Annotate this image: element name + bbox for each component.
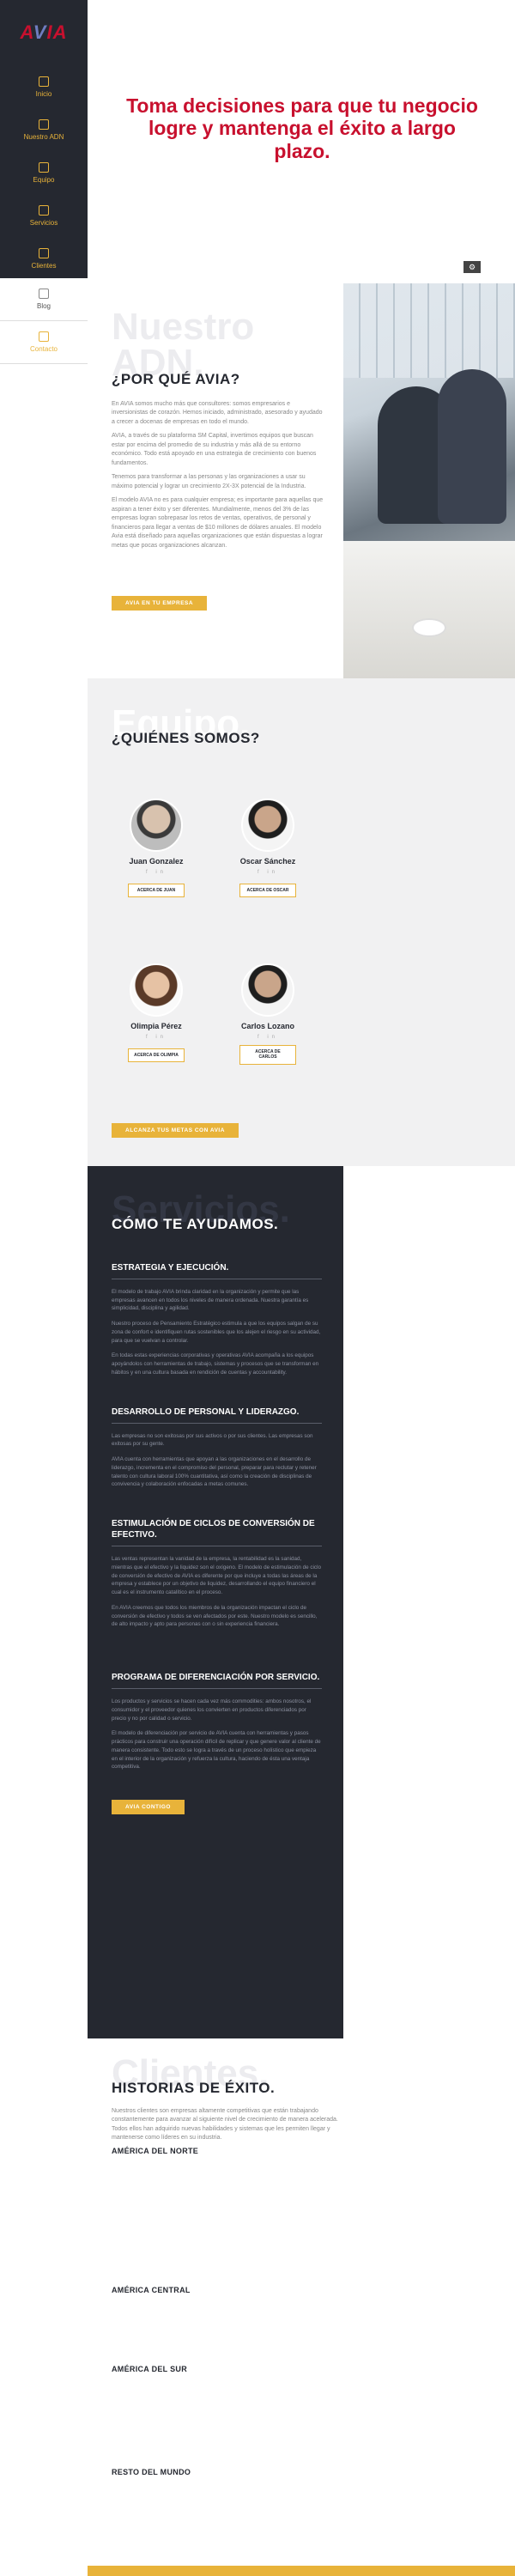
alcanza-tus-metas-button[interactable]: ALCANZA TUS METAS CON AVIA (112, 1123, 239, 1138)
member-name: Juan Gonzalez (129, 857, 184, 866)
servicios-title: CÓMO TE AYUDAMOS. (112, 1215, 279, 1232)
service-paragraph: El modelo de diferenciación por servicio… (112, 1730, 321, 1771)
nav-label: Contacto (29, 345, 58, 353)
member-about-button[interactable]: ACERCA DE OSCAR (239, 883, 296, 898)
clientes-title: HISTORIAS DE ÉXITO. (112, 2079, 276, 2096)
clientes-paragraph: Nuestros clientes son empresas altamente… (112, 2107, 338, 2142)
sidebar-nav: AVIA Inicio Nuestro ADN Equipo Servicios… (0, 0, 88, 369)
servicios-content: Servicios. CÓMO TE AYUDAMOS. ESTRATEGIA … (112, 1191, 322, 1815)
nav-item-adn[interactable]: Nuestro ADN (0, 108, 88, 151)
avia-contigo-button[interactable]: AVIA CONTIGO (112, 1800, 185, 1815)
service-paragraph: En AVIA creemos que todos los miembros d… (112, 1604, 318, 1628)
adn-paragraph: Tenemos para transformar a las personas … (112, 474, 306, 489)
region-heading: AMÉRICA DEL NORTE (112, 2147, 199, 2155)
clientes-header: Clientes. HISTORIAS DE ÉXITO. Nuestros c… (112, 2055, 352, 2148)
clientes-section: Clientes. HISTORIAS DE ÉXITO. Nuestros c… (88, 2038, 515, 2554)
clients-icon (39, 247, 49, 258)
member-about-button[interactable]: ACERCA DE JUAN (128, 883, 185, 898)
nav-label: Servicios (29, 218, 58, 227)
nav-label: Equipo (33, 175, 55, 184)
sidebar-dark-panel: AVIA Inicio Nuestro ADN Equipo Servicios… (0, 0, 88, 278)
adn-paragraph: El modelo AVIA no es para cualquier empr… (112, 497, 324, 549)
service-paragraph: Las empresas no son exitosas por sus act… (112, 1432, 313, 1448)
adn-paragraph: AVIA, a través de su plataforma SM Capit… (112, 433, 317, 466)
hero-section: Toma decisiones para que tu negocio logr… (88, 0, 515, 283)
nav-label: Blog (36, 302, 51, 310)
nav-item-equipo[interactable]: Equipo (0, 151, 88, 194)
team-member-card: Oscar Sánchez f in ACERCA DE OSCAR (229, 799, 306, 898)
member-name: Oscar Sánchez (239, 857, 296, 866)
nav-item-clientes[interactable]: Clientes (0, 237, 88, 280)
nav-item-blog[interactable]: Blog (0, 278, 88, 321)
equipo-cta: ALCANZA TUS METAS CON AVIA (112, 1121, 239, 1138)
service-paragraph: AVIA cuenta con herramientas que apoyan … (112, 1456, 317, 1488)
service-heading: PROGRAMA DE DIFERENCIACIÓN POR SERVICIO. (112, 1673, 320, 1683)
service-paragraph: Nuestro proceso de Pensamiento Estratégi… (112, 1321, 321, 1344)
service-heading: ESTRATEGIA Y EJECUCIÓN. (112, 1262, 229, 1273)
member-name: Carlos Lozano (240, 1022, 294, 1030)
avatar (130, 963, 183, 1017)
team-icon (39, 161, 49, 173)
logo-text: AVIA (20, 21, 68, 43)
divider (112, 1422, 322, 1424)
nav-label: Nuestro ADN (23, 132, 64, 141)
adn-title: ¿POR QUÉ AVIA? (112, 370, 240, 387)
team-member-card: Juan Gonzalez f in ACERCA DE JUAN (118, 799, 195, 898)
avatar (241, 799, 294, 852)
service-paragraph: Los productos y servicios se hacen cada … (112, 1698, 312, 1722)
region-heading: AMÉRICA DEL SUR (112, 2365, 188, 2373)
adn-text: Nuestro ADN. ¿POR QUÉ AVIA? En AVIA somo… (112, 308, 326, 611)
services-icon (39, 204, 49, 216)
region-heading: RESTO DEL MUNDO (112, 2468, 191, 2476)
equipo-title: ¿QUIÉNES SOMOS? (112, 729, 260, 746)
contact-icon (39, 331, 49, 342)
blog-icon (39, 289, 49, 299)
avia-en-tu-empresa-button[interactable]: AVIA EN TU EMPRESA (112, 596, 208, 611)
nav-item-contacto[interactable]: Contacto (0, 321, 88, 364)
servicios-section: Servicios. CÓMO TE AYUDAMOS. ESTRATEGIA … (88, 1166, 343, 2038)
service-heading: DESARROLLO DE PERSONAL Y LIDERAZGO. (112, 1406, 300, 1417)
region-heading: AMÉRICA CENTRAL (112, 2286, 191, 2294)
avatar (241, 963, 294, 1017)
social-icons[interactable]: f in (229, 870, 306, 875)
divider (112, 1688, 322, 1690)
member-about-button[interactable]: ACERCA DE CARLOS (239, 1044, 296, 1065)
service-paragraph: Las ventas representan la vanidad de la … (112, 1556, 321, 1596)
nav-item-inicio[interactable]: Inicio (0, 65, 88, 108)
equipo-section: Equipo. ¿QUIÉNES SOMOS? Juan Gonzalez f … (88, 678, 515, 1166)
nav-label: Inicio (35, 89, 52, 98)
nav-label: Clientes (31, 261, 57, 270)
service-paragraph: En todas estas experiencias corporativas… (112, 1352, 319, 1376)
hero-headline: Toma decisiones para que tu negocio logr… (126, 94, 478, 162)
member-name: Olimpia Pérez (130, 1022, 182, 1030)
equipo-header: Equipo. ¿QUIÉNES SOMOS? (112, 705, 260, 747)
adn-paragraph: En AVIA somos mucho más que consultores:… (112, 400, 323, 425)
dna-icon (39, 118, 49, 130)
settings-icon[interactable]: ⚙ (464, 261, 481, 273)
social-icons[interactable]: f in (118, 1035, 195, 1040)
social-icons[interactable]: f in (118, 870, 195, 875)
service-heading: ESTIMULACIÓN DE CICLOS DE CONVERSIÓN DE … (112, 1519, 315, 1540)
service-paragraph: El modelo de trabajo AVIA brinda clarida… (112, 1288, 309, 1312)
footer-accent-bar (88, 2566, 515, 2576)
team-member-card: Olimpia Pérez f in ACERCA DE OLIMPIA (118, 963, 195, 1063)
member-about-button[interactable]: ACERCA DE OLIMPIA (128, 1048, 185, 1063)
business-meeting-photo (343, 283, 515, 678)
logo[interactable]: AVIA (0, 0, 88, 65)
avatar (130, 799, 183, 852)
social-icons[interactable]: f in (229, 1035, 306, 1040)
adn-section: Nuestro ADN. ¿POR QUÉ AVIA? En AVIA somo… (88, 283, 515, 678)
nav-item-servicios[interactable]: Servicios (0, 194, 88, 237)
home-icon (39, 76, 49, 87)
team-member-card: Carlos Lozano f in ACERCA DE CARLOS (229, 963, 306, 1065)
